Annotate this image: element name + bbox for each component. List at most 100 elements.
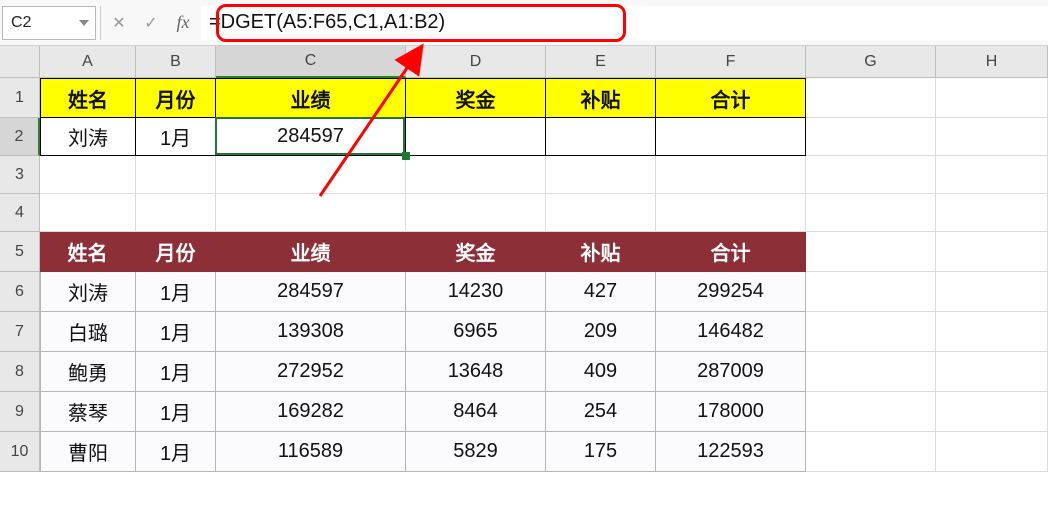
cell[interactable]: 175	[546, 432, 656, 472]
cell[interactable]: 业绩	[216, 232, 406, 272]
cell[interactable]: 1月	[136, 312, 216, 352]
column-header-D[interactable]: D	[406, 46, 546, 78]
cell[interactable]: 业绩	[216, 78, 406, 118]
cell[interactable]: 427	[546, 272, 656, 312]
cell[interactable]: 122593	[656, 432, 806, 472]
cell[interactable]: 刘涛	[40, 118, 136, 156]
row-header-7[interactable]: 7	[0, 312, 40, 352]
cell[interactable]: 1月	[136, 272, 216, 312]
cell[interactable]: 139308	[216, 312, 406, 352]
cell[interactable]: 14230	[406, 272, 546, 312]
cell[interactable]: 姓名	[40, 78, 136, 118]
cell[interactable]: 272952	[216, 352, 406, 392]
cell[interactable]: 合计	[656, 232, 806, 272]
cell[interactable]	[406, 118, 546, 156]
row-header-2[interactable]: 2	[0, 118, 40, 156]
formula-input[interactable]: =DGET(A5:F65,C1,A1:B2)	[201, 6, 1048, 40]
cell[interactable]	[936, 194, 1048, 232]
cell[interactable]	[136, 194, 216, 232]
cell[interactable]	[656, 118, 806, 156]
cell[interactable]	[546, 156, 656, 194]
cell[interactable]: 1月	[136, 432, 216, 472]
cell[interactable]	[806, 392, 936, 432]
column-header-F[interactable]: F	[656, 46, 806, 78]
cell[interactable]	[40, 194, 136, 232]
cell[interactable]	[656, 156, 806, 194]
cell[interactable]: 补贴	[546, 78, 656, 118]
cell[interactable]: 299254	[656, 272, 806, 312]
cell[interactable]: 曹阳	[40, 432, 136, 472]
cell[interactable]	[806, 194, 936, 232]
cell[interactable]: 合计	[656, 78, 806, 118]
column-header-B[interactable]: B	[136, 46, 216, 78]
row-header-10[interactable]: 10	[0, 432, 40, 472]
row-header-9[interactable]: 9	[0, 392, 40, 432]
cell[interactable]	[936, 352, 1048, 392]
cell[interactable]	[936, 432, 1048, 472]
cell[interactable]: 1月	[136, 392, 216, 432]
cell[interactable]	[40, 156, 136, 194]
cell[interactable]: 254	[546, 392, 656, 432]
cell[interactable]: 409	[546, 352, 656, 392]
select-all-corner[interactable]	[0, 46, 40, 78]
fx-icon[interactable]: fx	[173, 13, 193, 33]
cell[interactable]: 13648	[406, 352, 546, 392]
cell[interactable]: 8464	[406, 392, 546, 432]
cell[interactable]	[806, 432, 936, 472]
cell[interactable]	[806, 78, 936, 118]
cell[interactable]: 1月	[136, 352, 216, 392]
cell[interactable]	[936, 232, 1048, 272]
cell[interactable]: 补贴	[546, 232, 656, 272]
row-header-3[interactable]: 3	[0, 156, 40, 194]
column-header-C[interactable]: C	[216, 46, 406, 78]
cell[interactable]: 116589	[216, 432, 406, 472]
cell[interactable]	[936, 392, 1048, 432]
cell[interactable]	[406, 194, 546, 232]
row-header-4[interactable]: 4	[0, 194, 40, 232]
column-header-H[interactable]: H	[936, 46, 1048, 78]
cell[interactable]: 1月	[136, 118, 216, 156]
cell[interactable]	[806, 118, 936, 156]
dropdown-icon[interactable]	[79, 20, 89, 26]
cell-grid[interactable]: 姓名月份业绩奖金补贴合计刘涛1月284597姓名月份业绩奖金补贴合计刘涛1月28…	[40, 78, 1048, 472]
cell[interactable]	[936, 78, 1048, 118]
cell[interactable]: 刘涛	[40, 272, 136, 312]
cell[interactable]	[406, 156, 546, 194]
row-header-8[interactable]: 8	[0, 352, 40, 392]
cell[interactable]: 209	[546, 312, 656, 352]
cell[interactable]: 5829	[406, 432, 546, 472]
cell[interactable]: 178000	[656, 392, 806, 432]
column-header-E[interactable]: E	[546, 46, 656, 78]
cell[interactable]: 姓名	[40, 232, 136, 272]
cell[interactable]	[216, 194, 406, 232]
cell[interactable]: 奖金	[406, 232, 546, 272]
cell[interactable]	[936, 156, 1048, 194]
column-header-G[interactable]: G	[806, 46, 936, 78]
spreadsheet[interactable]: ABCDEFGH 12345678910 姓名月份业绩奖金补贴合计刘涛1月284…	[0, 46, 1048, 506]
cell[interactable]: 月份	[136, 232, 216, 272]
cell[interactable]	[546, 194, 656, 232]
cell[interactable]: 白璐	[40, 312, 136, 352]
cell[interactable]: 284597	[216, 272, 406, 312]
cell[interactable]	[656, 194, 806, 232]
cell[interactable]: 287009	[656, 352, 806, 392]
cell[interactable]	[936, 312, 1048, 352]
cell[interactable]: 284597	[216, 118, 406, 156]
cell[interactable]: 奖金	[406, 78, 546, 118]
cell[interactable]: 蔡琴	[40, 392, 136, 432]
cell[interactable]	[806, 352, 936, 392]
cell[interactable]	[806, 312, 936, 352]
cell[interactable]	[806, 272, 936, 312]
cell[interactable]	[806, 232, 936, 272]
cell[interactable]	[216, 156, 406, 194]
cell[interactable]	[136, 156, 216, 194]
row-header-1[interactable]: 1	[0, 78, 40, 118]
name-box[interactable]: C2	[2, 6, 96, 40]
cell[interactable]	[936, 118, 1048, 156]
cell[interactable]	[936, 272, 1048, 312]
accept-icon[interactable]: ✓	[141, 13, 161, 33]
cell[interactable]: 鲍勇	[40, 352, 136, 392]
cell[interactable]: 月份	[136, 78, 216, 118]
cell[interactable]	[546, 118, 656, 156]
cell[interactable]	[806, 156, 936, 194]
